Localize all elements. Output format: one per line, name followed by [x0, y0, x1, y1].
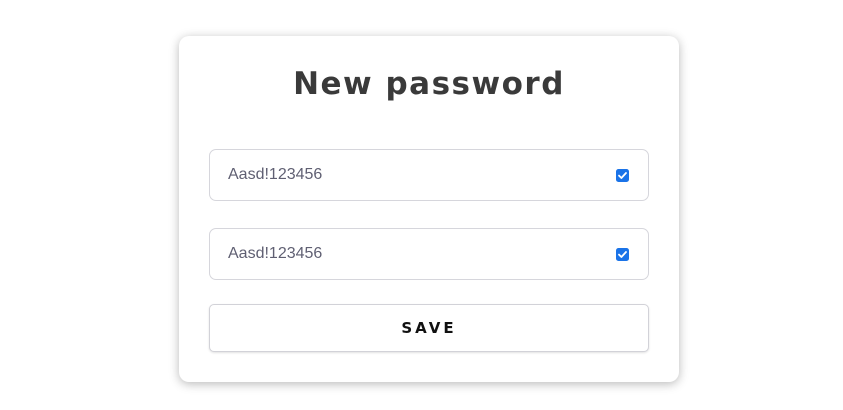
show-password-checkbox[interactable] [616, 169, 629, 182]
page-title: New password [293, 66, 565, 102]
confirm-password-field [209, 228, 649, 280]
new-password-input[interactable] [228, 150, 598, 200]
checkmark-icon [618, 251, 627, 258]
new-password-card: New password SAVE [179, 36, 679, 382]
confirm-password-input[interactable] [228, 229, 598, 279]
checkmark-icon [618, 172, 627, 179]
save-button[interactable]: SAVE [209, 304, 649, 352]
new-password-field [209, 149, 649, 201]
show-confirm-password-checkbox[interactable] [616, 248, 629, 261]
